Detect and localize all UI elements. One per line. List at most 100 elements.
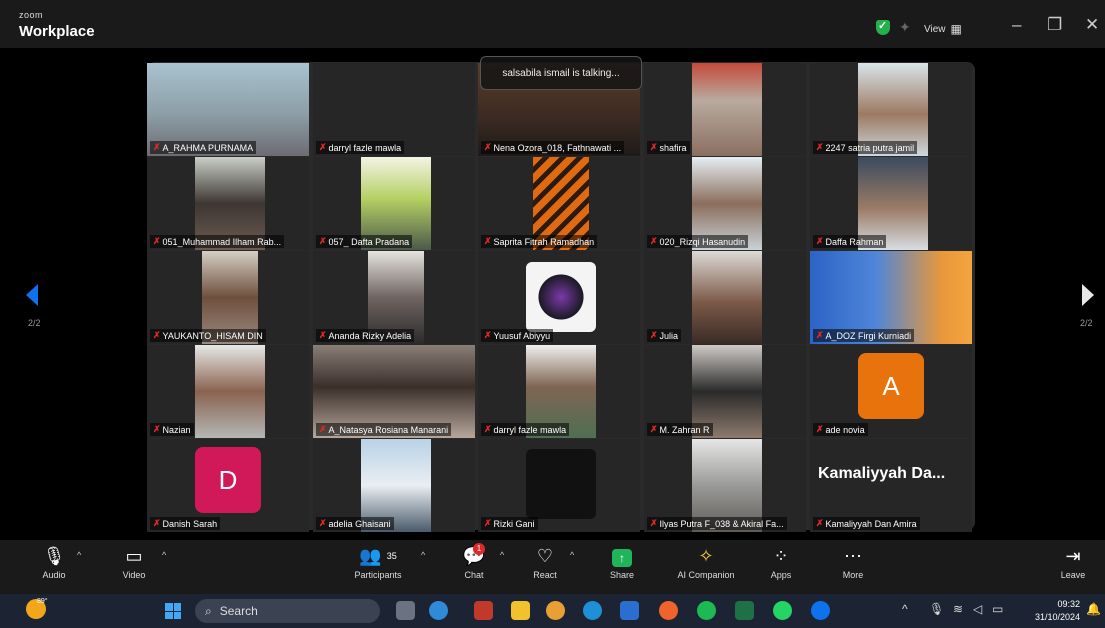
- participant-name: ✗ 057_ Dafta Pradana: [316, 235, 413, 248]
- audio-button[interactable]: 🎙 Audio: [37, 545, 71, 580]
- apps-button[interactable]: ⁘ Apps: [766, 545, 796, 580]
- search-icon: ⌕: [205, 603, 212, 618]
- participant-tile[interactable]: A ✗ ade novia: [810, 345, 972, 438]
- zoom-app-icon[interactable]: [811, 601, 830, 620]
- video-button[interactable]: ▭ Video: [117, 545, 151, 580]
- meeting-toolbar: 🎙 Audio ^ ▭ Video ^ 👥 35 Participants ^ …: [0, 540, 1105, 594]
- profile-picture: [526, 449, 596, 519]
- more-button[interactable]: ⋯ More: [838, 545, 868, 580]
- whatsapp-icon[interactable]: [773, 601, 792, 620]
- ai-companion-button[interactable]: ✧ AI Companion: [669, 545, 743, 580]
- ai-sparkle-icon: ✧: [698, 546, 714, 566]
- participant-name: ✗ Yuusuf Abiyyu: [481, 329, 554, 342]
- chrome-icon[interactable]: [546, 601, 565, 620]
- participant-tile[interactable]: ✗ 051_Muhammad Ilham Rab...: [147, 157, 309, 250]
- participants-options-chevron-icon[interactable]: ^: [421, 550, 425, 560]
- system-clock[interactable]: 09:32 31/10/2024: [1030, 598, 1080, 624]
- share-button[interactable]: ↑ Share: [607, 545, 637, 580]
- tray-microphone-icon[interactable]: 🎙: [929, 602, 944, 616]
- chat-button[interactable]: 💬 1 Chat: [459, 543, 489, 580]
- participant-tile[interactable]: ✗ 020_Rizqi Hasanudin: [644, 157, 806, 250]
- battery-icon[interactable]: ▭: [992, 602, 1003, 616]
- participant-tile[interactable]: ✗ Rizki Gani: [478, 439, 640, 532]
- participants-button[interactable]: 👥 35 Participants: [348, 545, 408, 580]
- minimize-button[interactable]: –: [1012, 15, 1021, 35]
- close-button[interactable]: ✕: [1085, 15, 1099, 35]
- participant-tile[interactable]: ✗ 2247 satria putra jamil: [810, 63, 972, 156]
- notification-bell-icon[interactable]: 🔔: [1086, 602, 1101, 616]
- page-indicator-right: 2/2: [1080, 318, 1093, 328]
- participant-name: ✗ darryl fazle mawla: [481, 423, 570, 436]
- page-indicator-left: 2/2: [28, 318, 41, 328]
- react-button[interactable]: ♡ React: [530, 545, 560, 580]
- view-button[interactable]: View ▦: [924, 20, 976, 38]
- participant-tile[interactable]: ✗ A_DOZ Firgi Kurniadi: [810, 251, 972, 344]
- view-label: View: [924, 23, 946, 35]
- taskbar-search[interactable]: ⌕ Search: [195, 599, 380, 623]
- audio-label: Audio: [42, 570, 66, 580]
- participant-tile[interactable]: ✗ Saprita Fitrah Ramadhan: [478, 157, 640, 250]
- file-explorer-icon[interactable]: [511, 601, 530, 620]
- apps-grid-icon: ⁘: [773, 546, 789, 566]
- participant-name: ✗ Daffa Rahman: [813, 235, 887, 248]
- apps-label: Apps: [770, 570, 792, 580]
- participant-tile[interactable]: ✗ A_RAHMA PURNAMA: [147, 63, 309, 156]
- profile-picture: [526, 262, 596, 332]
- participant-tile[interactable]: ✗ A_Natasya Rosiana Manarani: [313, 345, 475, 438]
- app-title: Workplace: [19, 23, 95, 40]
- leave-button[interactable]: ⇥ Leave: [1056, 545, 1090, 580]
- audio-options-chevron-icon[interactable]: ^: [77, 550, 81, 560]
- participant-tile[interactable]: ✗ shafira: [644, 63, 806, 156]
- mic-muted-icon: ✗: [153, 236, 161, 246]
- participant-tile[interactable]: ✗ Ananda Rizky Adelia: [313, 251, 475, 344]
- react-options-chevron-icon[interactable]: ^: [570, 550, 574, 560]
- microsoft-store-icon[interactable]: [620, 601, 639, 620]
- copilot-icon[interactable]: [429, 601, 448, 620]
- excel-icon[interactable]: [735, 601, 754, 620]
- participant-avatar: D: [195, 447, 261, 513]
- participants-count: 35: [386, 551, 397, 561]
- participant-tile[interactable]: ✗ Julia: [644, 251, 806, 344]
- participant-name: ✗ 051_Muhammad Ilham Rab...: [150, 235, 285, 248]
- mic-muted-icon: ✗: [319, 236, 327, 246]
- participant-tile[interactable]: ✗ adelia Ghaisani: [313, 439, 475, 532]
- participant-tile[interactable]: ✗ YAUKANTO_HISAM DIN: [147, 251, 309, 344]
- participant-tile[interactable]: ✗ darryl fazle mawla: [313, 63, 475, 156]
- security-shield-icon[interactable]: [876, 19, 890, 35]
- chat-options-chevron-icon[interactable]: ^: [500, 550, 504, 560]
- ai-sparkle-icon[interactable]: ✦: [899, 19, 911, 36]
- edge-icon[interactable]: [583, 601, 602, 620]
- video-options-chevron-icon[interactable]: ^: [162, 550, 166, 560]
- clock-time: 09:32: [1057, 599, 1080, 609]
- participant-name: ✗ Rizki Gani: [481, 517, 538, 530]
- leave-label: Leave: [1060, 570, 1086, 580]
- mic-muted-icon: ✗: [484, 236, 492, 246]
- participant-tile[interactable]: ✗ Yuusuf Abiyyu: [478, 251, 640, 344]
- participant-tile[interactable]: ✗ 057_ Dafta Pradana: [313, 157, 475, 250]
- spotify-icon[interactable]: [697, 601, 716, 620]
- participant-tile[interactable]: ✗ Nazian: [147, 345, 309, 438]
- next-page-arrow-icon[interactable]: [1082, 284, 1094, 306]
- participant-tile[interactable]: ✗ M. Zahran R: [644, 345, 806, 438]
- previous-page-arrow-icon[interactable]: [26, 284, 38, 306]
- participant-tile[interactable]: ✗ darryl fazle mawla: [478, 345, 640, 438]
- participant-name: ✗ darryl fazle mawla: [316, 141, 405, 154]
- chat-bubble-icon: 💬 1: [462, 543, 486, 566]
- tray-overflow-chevron-icon[interactable]: ^: [902, 602, 908, 616]
- share-label: Share: [609, 570, 635, 580]
- mic-muted-icon: ✗: [650, 236, 658, 246]
- participant-tile[interactable]: Kamaliyyah Da... ✗ Kamaliyyah Dan Amira: [810, 439, 972, 532]
- talking-indicator: salsabila ismail is talking...: [480, 56, 642, 90]
- restore-button[interactable]: ❐: [1047, 15, 1062, 35]
- participant-name: ✗ YAUKANTO_HISAM DIN: [150, 329, 266, 342]
- volume-icon[interactable]: ◁: [973, 602, 982, 616]
- participant-tile[interactable]: D ✗ Danish Sarah: [147, 439, 309, 532]
- firefox-icon[interactable]: [659, 601, 678, 620]
- participant-tile[interactable]: ✗ Ilyas Putra F_038 & Akiral Fa...: [644, 439, 806, 532]
- participant-name: ✗ A_DOZ Firgi Kurniadi: [813, 329, 915, 342]
- participant-tile[interactable]: ✗ Daffa Rahman: [810, 157, 972, 250]
- task-view-icon[interactable]: [396, 601, 415, 620]
- windows-start-icon[interactable]: [165, 603, 181, 619]
- wifi-icon[interactable]: ≋: [953, 602, 963, 616]
- game-app-icon[interactable]: [474, 601, 493, 620]
